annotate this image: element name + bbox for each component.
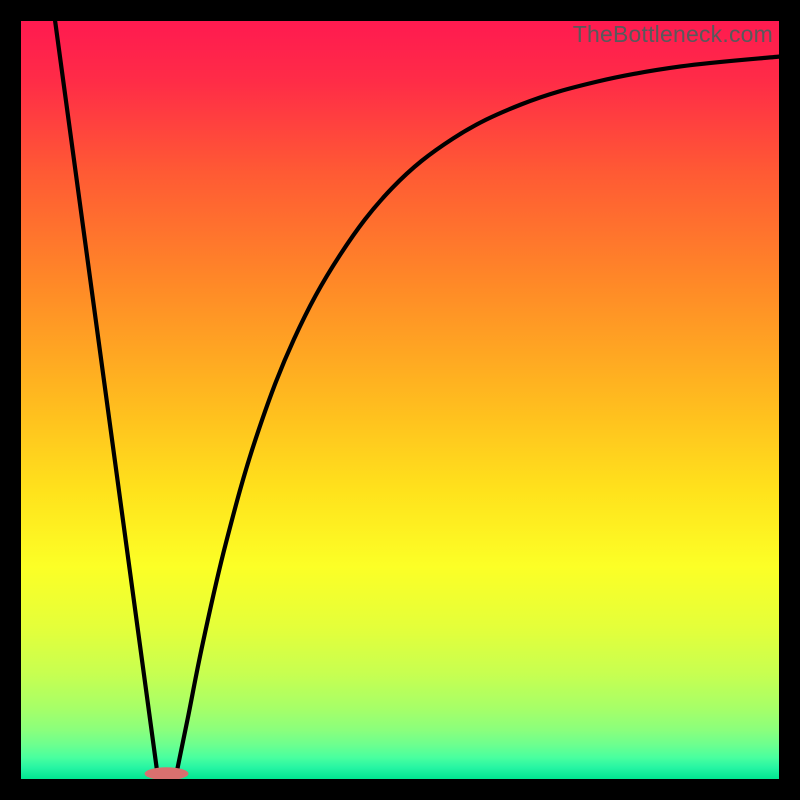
watermark-text: TheBottleneck.com [573,21,773,48]
gradient-background [21,21,779,779]
plot-area: TheBottleneck.com [21,21,779,779]
chart-svg [21,21,779,779]
